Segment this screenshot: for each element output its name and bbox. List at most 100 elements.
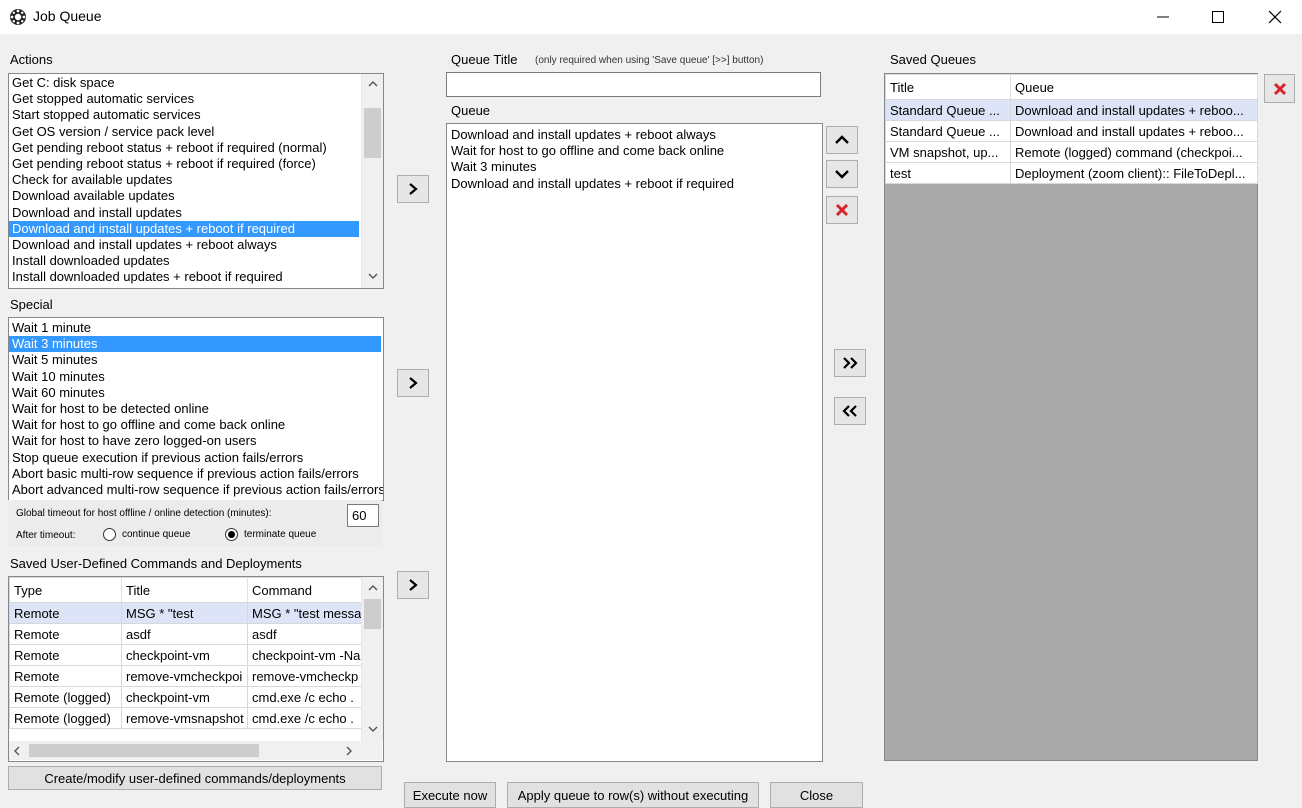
saved-queues-grid[interactable]: Title Queue Standard Queue ... Download an… [884,73,1258,761]
table-row[interactable]: Standard Queue ... Download and install u… [885,120,1258,142]
column-header[interactable]: Queue [1010,74,1258,100]
scroll-up-icon[interactable] [368,585,378,591]
action-list-item[interactable]: Get OS version / service pack level [9,124,359,140]
action-list-item[interactable]: Download and install updates [9,205,359,221]
queue-list-item[interactable]: Download and install updates + reboot al… [448,127,734,143]
apply-queue-button[interactable]: Apply queue to row(s) without executing [507,782,759,808]
minimize-button[interactable] [1140,0,1186,34]
delete-x-icon [1273,82,1286,95]
queue-list-item[interactable]: Wait for host to go offline and come bac… [448,143,734,159]
action-list-item[interactable]: Download and install updates + reboot if… [9,220,359,237]
action-list-item[interactable]: Install downloaded updates [9,253,359,269]
table-cell: Remote [9,623,122,645]
close-button[interactable]: Close [770,782,863,808]
action-list-item[interactable]: Get C: disk space [9,75,359,91]
action-list-item[interactable]: Check for available updates [9,172,359,188]
saved-commands-grid[interactable]: Type Title Command Remote MSG * "test MSG * … [8,576,384,762]
special-label: Special [10,297,53,312]
maximize-button[interactable] [1195,0,1241,34]
commands-hscrollbar[interactable] [9,741,382,760]
column-header[interactable]: Command [247,577,362,603]
actions-scrollbar[interactable] [361,74,383,288]
column-header[interactable]: Title [121,577,248,603]
table-cell: asdf [121,623,248,645]
close-window-button[interactable] [1252,0,1298,34]
queue-title-hint: (only required when using 'Save queue' [… [535,55,764,66]
scroll-left-icon[interactable] [14,746,20,756]
commands-vscroll-thumb[interactable] [364,599,381,629]
queue-list[interactable]: Download and install updates + reboot al… [446,123,823,762]
special-list-item[interactable]: Abort advanced multi-row sequence if pre… [9,482,383,498]
special-list-item[interactable]: Wait 60 minutes [9,385,381,401]
commands-vscrollbar[interactable] [361,577,383,741]
terminate-queue-radio[interactable]: terminate queue [225,528,316,541]
special-list-item[interactable]: Wait 10 minutes [9,369,381,385]
table-row[interactable]: Remote asdf asdf [9,623,362,645]
move-up-button[interactable] [826,126,858,154]
saved-queues-label: Saved Queues [890,52,977,67]
table-cell: cmd.exe /c echo . [247,686,362,708]
commands-hscroll-thumb[interactable] [29,744,259,757]
action-list-item[interactable]: Get pending reboot status + reboot if re… [9,140,359,156]
action-list-item[interactable]: Get pending reboot status + reboot if re… [9,156,359,172]
special-list-item[interactable]: Wait 5 minutes [9,352,381,368]
move-down-button[interactable] [826,160,858,188]
remove-queue-item-button[interactable] [826,196,858,224]
table-row[interactable]: Remote remove-vmcheckpoi remove-vmcheckp [9,665,362,687]
queue-list-item[interactable]: Wait 3 minutes [448,159,734,175]
chevron-right-icon [409,377,418,389]
table-cell: Remote (logged) [9,686,122,708]
special-list-item[interactable]: Stop queue execution if previous action … [9,450,381,466]
scroll-down-icon[interactable] [368,273,378,279]
actions-list[interactable]: Get C: disk space Get stopped automatic s… [8,73,384,289]
load-queue-button[interactable] [834,397,866,425]
create-modify-commands-button[interactable]: Create/modify user-defined commands/depl… [8,766,382,790]
special-list-item[interactable]: Wait for host to go offline and come bac… [9,417,381,433]
table-cell: Download and install updates + reboo... [1010,120,1258,142]
action-list-item[interactable]: Start stopped automatic services [9,107,359,123]
actions-scroll-thumb[interactable] [364,108,381,158]
continue-queue-radio[interactable]: continue queue [103,528,190,541]
action-list-item[interactable]: Get stopped automatic services [9,91,359,107]
table-row[interactable]: Remote checkpoint-vm checkpoint-vm -Na [9,644,362,666]
special-list-item[interactable]: Wait for host to be detected online [9,401,381,417]
timeout-input[interactable]: 60 [347,504,379,527]
table-row[interactable]: Standard Queue ... Download and install u… [885,99,1258,121]
save-queue-button[interactable] [834,349,866,377]
special-list[interactable]: Wait 1 minute Wait 3 minutes Wait 5 minute… [8,317,384,501]
scroll-right-icon[interactable] [346,746,352,756]
column-header[interactable]: Title [885,74,1011,100]
table-cell: checkpoint-vm [121,686,248,708]
table-cell: checkpoint-vm -Na [247,644,362,666]
saved-commands-label: Saved User-Defined Commands and Deployme… [10,556,302,571]
chevron-right-icon [409,579,418,591]
add-special-button[interactable] [397,369,429,397]
table-row[interactable]: Remote (logged) remove-vmsnapshot cmd.exe … [9,707,362,729]
execute-now-button[interactable]: Execute now [404,782,496,808]
radio-unchecked-icon [103,528,116,541]
window-title: Job Queue [33,8,102,24]
add-action-button[interactable] [397,175,429,203]
queue-title-input[interactable] [446,72,821,97]
table-row[interactable]: Remote MSG * "test MSG * "test messa [9,602,362,624]
scroll-down-icon[interactable] [368,726,378,732]
action-list-item[interactable]: Install downloaded updates + reboot if r… [9,269,359,285]
scroll-up-icon[interactable] [368,81,378,87]
add-command-button[interactable] [397,571,429,599]
table-row[interactable]: VM snapshot, up... Remote (logged) comman… [885,141,1258,163]
table-row[interactable]: test Deployment (zoom client):: FileToDep… [885,162,1258,184]
table-cell: test [885,162,1011,184]
special-list-item[interactable]: Wait 3 minutes [9,336,381,353]
column-header[interactable]: Type [9,577,122,603]
delete-saved-queue-button[interactable] [1264,74,1295,103]
table-cell: Standard Queue ... [885,99,1011,121]
action-list-item[interactable]: Download available updates [9,188,359,204]
app-gear-icon [10,9,26,25]
action-list-item[interactable]: Download and install updates + reboot al… [9,237,359,253]
table-row[interactable]: Remote (logged) checkpoint-vm cmd.exe /c e… [9,686,362,708]
special-list-item[interactable]: Wait 1 minute [9,320,381,336]
special-list-item[interactable]: Abort basic multi-row sequence if previo… [9,466,381,482]
special-list-item[interactable]: Wait for host to have zero logged-on use… [9,433,381,449]
queue-label: Queue [451,103,491,118]
queue-list-item[interactable]: Download and install updates + reboot if… [448,176,734,192]
